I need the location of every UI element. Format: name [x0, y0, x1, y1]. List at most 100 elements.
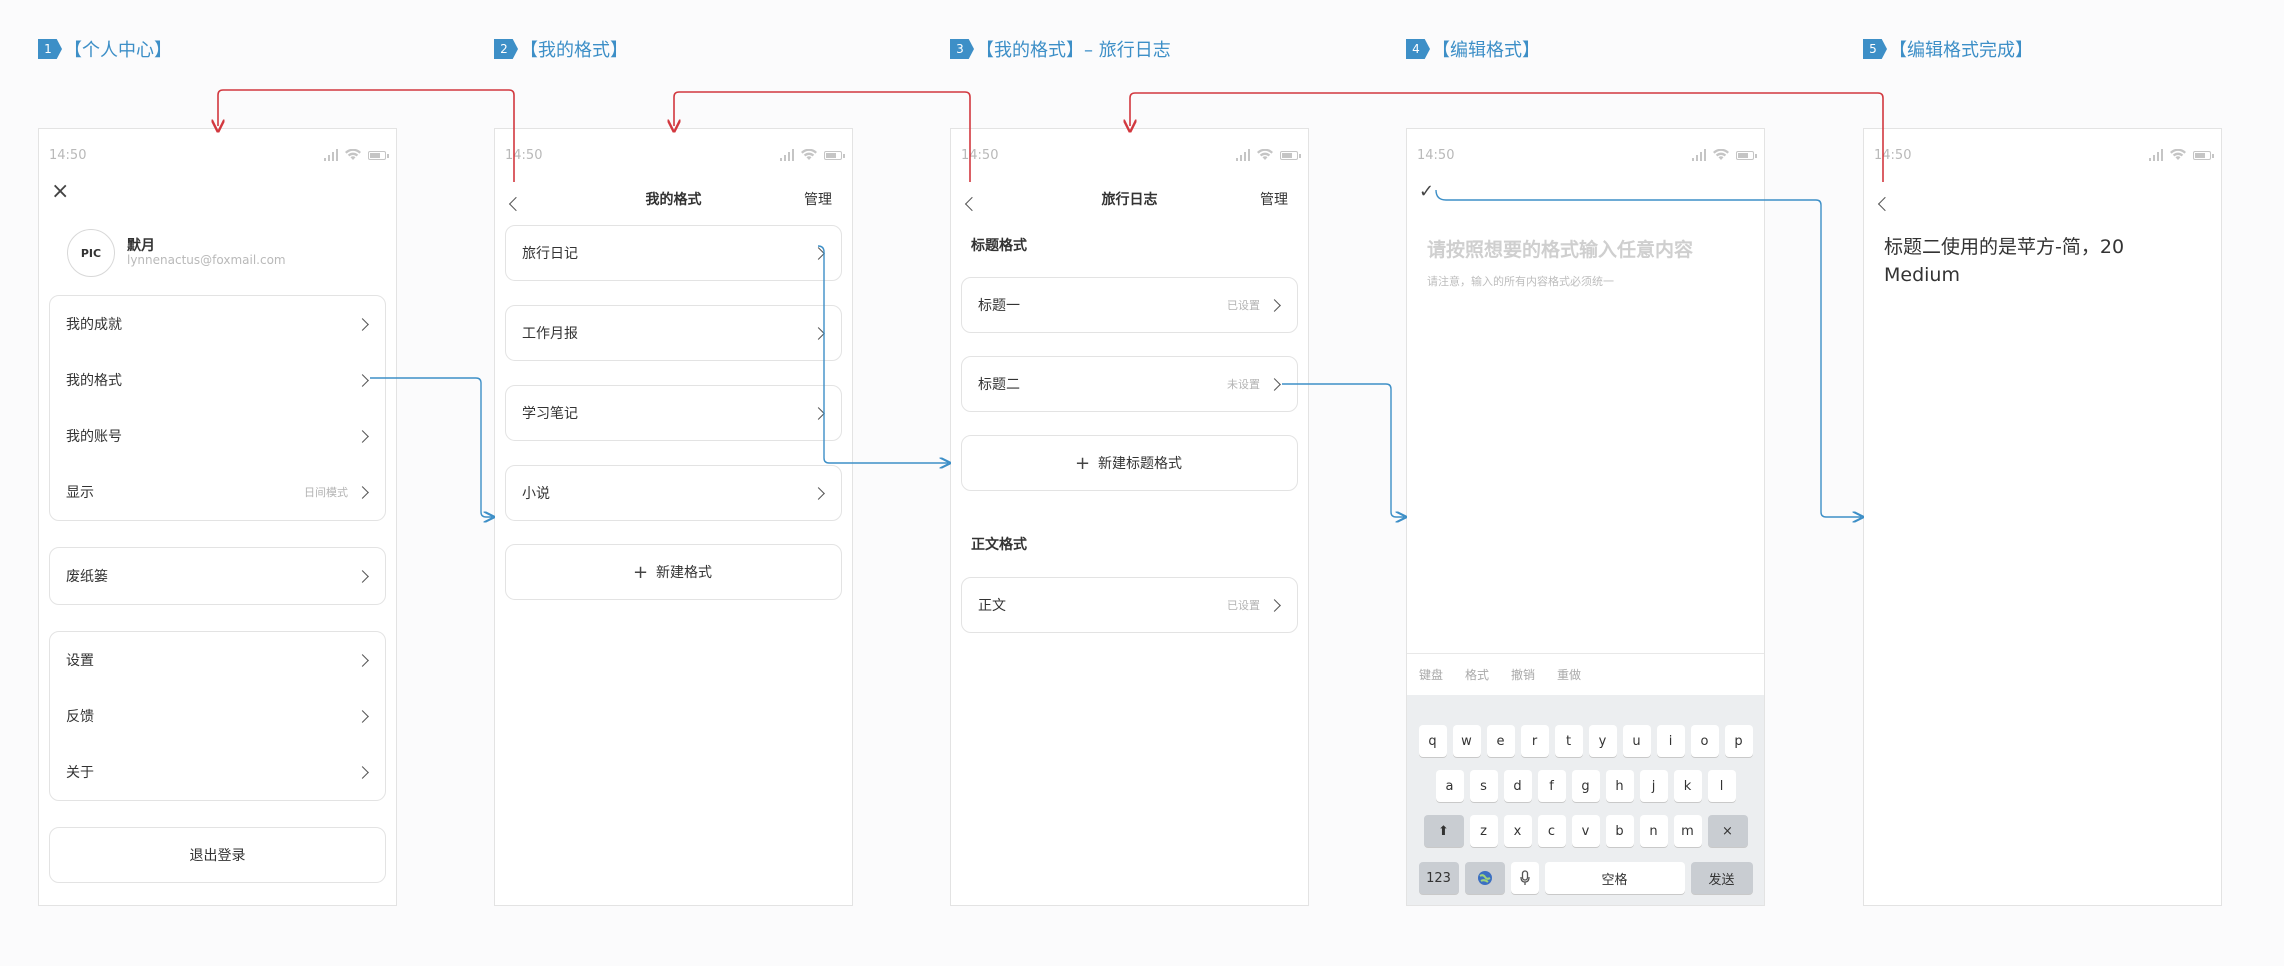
key[interactable]: o [1690, 725, 1719, 757]
key[interactable]: f [1537, 770, 1566, 802]
key[interactable]: p [1724, 725, 1753, 757]
send-key[interactable]: 发送 [1690, 862, 1753, 894]
key[interactable]: t [1554, 725, 1583, 757]
key[interactable]: h [1605, 770, 1634, 802]
key[interactable]: a [1435, 770, 1464, 802]
logout-button[interactable]: 退出登录 [49, 827, 386, 883]
key[interactable]: w [1452, 725, 1481, 757]
numbers-key[interactable]: 123 [1418, 862, 1459, 894]
globe-icon[interactable] [1464, 862, 1505, 894]
keyboard-row-4: 123 空格 发送 [1407, 862, 1764, 894]
format-status: 已设置 [1227, 299, 1260, 312]
status-time: 14:50 [1874, 147, 1912, 163]
manage-button[interactable]: 管理 [804, 189, 832, 209]
format-item-label: 学习笔记 [522, 406, 578, 422]
keyboard-row-3: ⬆ z x c v b n m × [1407, 815, 1764, 847]
key[interactable]: z [1469, 815, 1498, 847]
user-email: lynnenactus@foxmail.com [127, 253, 286, 267]
toolbar-undo[interactable]: 撤销 [1511, 666, 1535, 683]
heading-format-item[interactable]: 标题二 未设置 [961, 356, 1298, 412]
menu-item-feedback[interactable]: 反馈 [50, 688, 385, 744]
key[interactable]: l [1707, 770, 1736, 802]
close-icon[interactable]: × [51, 179, 69, 204]
step-title: 【编辑格式】 [1432, 40, 1540, 61]
chevron-right-icon [812, 246, 825, 260]
avatar[interactable]: PIC [67, 229, 115, 277]
key[interactable]: e [1486, 725, 1515, 757]
menu-item-label: 废纸篓 [66, 569, 108, 585]
menu-item-settings[interactable]: 设置 [50, 632, 385, 688]
formatted-text[interactable]: 标题二使用的是苹方-简，20 Medium [1884, 233, 2174, 289]
key[interactable]: y [1588, 725, 1617, 757]
step-title: 【我的格式】 [520, 40, 628, 61]
nav-bar: 我的格式 管理 [495, 179, 852, 215]
step-label-2: 2 【我的格式】 [494, 36, 628, 62]
heading-format-label: 标题一 [978, 298, 1020, 314]
delete-key[interactable]: × [1707, 815, 1748, 847]
menu-item-display[interactable]: 显示 日间模式 [50, 464, 385, 520]
new-format-button[interactable]: + 新建格式 [505, 544, 842, 600]
chevron-right-icon [1268, 598, 1281, 612]
menu-item-account[interactable]: 我的账号 [50, 408, 385, 464]
menu-item-label: 我的成就 [66, 317, 122, 333]
signal-icon [1236, 149, 1250, 161]
menu-item-trash[interactable]: 废纸篓 [50, 548, 385, 604]
toolbar-keyboard[interactable]: 键盘 [1419, 666, 1443, 683]
key[interactable]: m [1673, 815, 1702, 847]
key[interactable]: u [1622, 725, 1651, 757]
back-button[interactable] [1877, 190, 1893, 214]
menu-item-achievements[interactable]: 我的成就 [50, 296, 385, 352]
wifi-icon [345, 149, 361, 160]
menu-item-label: 显示 [66, 485, 94, 501]
chevron-right-icon [812, 326, 825, 340]
key[interactable]: q [1418, 725, 1447, 757]
microphone-icon[interactable] [1510, 862, 1539, 894]
display-mode-value: 日间模式 [304, 486, 348, 499]
editor-placeholder[interactable]: 请按照想要的格式输入任意内容 [1427, 235, 1693, 262]
key[interactable]: k [1673, 770, 1702, 802]
key[interactable]: c [1537, 815, 1566, 847]
format-item[interactable]: 工作月报 [505, 305, 842, 361]
key[interactable]: x [1503, 815, 1532, 847]
step-title: 【我的格式】– 旅行日志 [976, 40, 1171, 61]
chevron-right-icon [356, 569, 369, 583]
key[interactable]: j [1639, 770, 1668, 802]
key[interactable]: v [1571, 815, 1600, 847]
manage-button[interactable]: 管理 [1260, 189, 1288, 209]
heading-format-label: 标题二 [978, 377, 1020, 393]
body-format-item[interactable]: 正文 已设置 [961, 577, 1298, 633]
menu-item-about[interactable]: 关于 [50, 744, 385, 800]
step-label-1: 1 【个人中心】 [38, 36, 172, 62]
key[interactable]: g [1571, 770, 1600, 802]
confirm-check-icon[interactable]: ✓ [1419, 181, 1434, 202]
key[interactable]: b [1605, 815, 1634, 847]
new-heading-format-button[interactable]: + 新建标题格式 [961, 435, 1298, 491]
phone-screen-profile: 14:50 × PIC 默月 lynnenactus@foxmail.com 我… [38, 128, 397, 906]
menu-group-settings: 设置 反馈 关于 [49, 631, 386, 801]
step-number: 5 [1863, 39, 1887, 59]
key[interactable]: n [1639, 815, 1668, 847]
chevron-right-icon [356, 765, 369, 779]
format-item[interactable]: 学习笔记 [505, 385, 842, 441]
chevron-right-icon [1268, 377, 1281, 391]
wifi-icon [1713, 149, 1729, 160]
shift-key-icon[interactable]: ⬆ [1423, 815, 1464, 847]
key[interactable]: r [1520, 725, 1549, 757]
format-item[interactable]: 小说 [505, 465, 842, 521]
key[interactable]: i [1656, 725, 1685, 757]
battery-icon [368, 150, 389, 160]
wifi-icon [2170, 149, 2186, 160]
chevron-right-icon [812, 406, 825, 420]
status-bar: 14:50 [1874, 145, 2214, 165]
battery-icon [2193, 150, 2214, 160]
menu-item-my-formats[interactable]: 我的格式 [50, 352, 385, 408]
space-key[interactable]: 空格 [1544, 862, 1685, 894]
menu-item-label: 反馈 [66, 709, 94, 725]
key[interactable]: s [1469, 770, 1498, 802]
toolbar-format[interactable]: 格式 [1465, 666, 1489, 683]
status-bar: 14:50 [49, 145, 389, 165]
toolbar-redo[interactable]: 重做 [1557, 666, 1581, 683]
key[interactable]: d [1503, 770, 1532, 802]
heading-format-item[interactable]: 标题一 已设置 [961, 277, 1298, 333]
format-item[interactable]: 旅行日记 [505, 225, 842, 281]
